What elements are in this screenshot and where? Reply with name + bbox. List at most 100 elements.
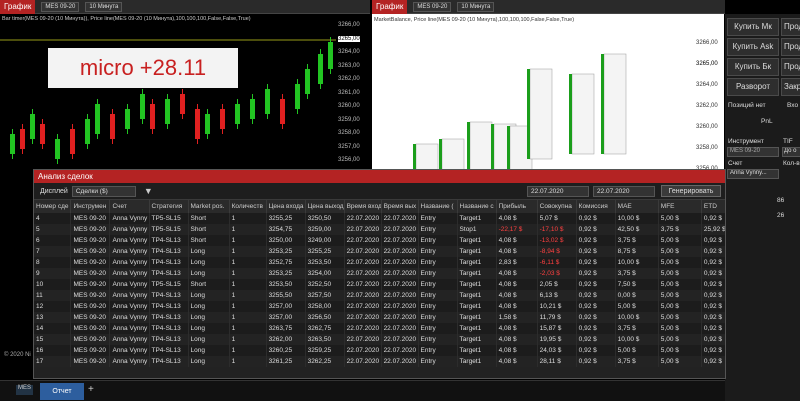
- column-header[interactable]: Время вход: [344, 200, 382, 213]
- table-cell: 5,00 $: [615, 301, 659, 312]
- column-header[interactable]: MFE: [658, 200, 702, 213]
- table-row[interactable]: 5 MES 09-20 Anna Vynny TP5-SL15 Short 1 3254,7…: [34, 224, 725, 235]
- table-cell: Anna Vynny: [109, 345, 150, 356]
- column-header[interactable]: Счет: [109, 200, 150, 213]
- table-cell: 16: [34, 345, 72, 356]
- left-chart-tab[interactable]: График: [0, 0, 36, 14]
- cluster-column: [469, 121, 493, 174]
- table-row[interactable]: 4 MES 09-20 Anna Vynny TP5-SL15 Short 1 3255,2…: [34, 213, 725, 224]
- column-header[interactable]: Цена входа: [266, 200, 306, 213]
- buy-ask-button[interactable]: Купить Ask: [727, 38, 779, 56]
- column-header[interactable]: Стратегия: [149, 200, 189, 213]
- table-cell: 3259,00: [305, 224, 345, 235]
- entry-label: Вхо: [787, 102, 799, 109]
- left-candle-chart[interactable]: Bar timer(MES 09-20 (10 Минута)), Price …: [0, 14, 336, 358]
- left-timeframe-select[interactable]: 10 Минута: [85, 1, 123, 12]
- display-select[interactable]: Сделки ($): [71, 185, 136, 197]
- table-cell: 5,00 $: [658, 301, 702, 312]
- table-cell: 22.07.2020: [344, 312, 382, 323]
- tab-report[interactable]: Отчет: [40, 383, 84, 400]
- table-row[interactable]: 17 MES 09-20 Anna Vynny TP4-SL13 Long 1 3261,2…: [34, 356, 725, 367]
- column-header[interactable]: Название с: [457, 200, 497, 213]
- account-select[interactable]: Anna Vynny...: [727, 169, 779, 179]
- tab-mes[interactable]: MES: [16, 385, 34, 395]
- table-row[interactable]: 8 MES 09-20 Anna Vynny TP4-SL13 Long 1 3252,75…: [34, 257, 725, 268]
- table-cell: Stop1: [457, 224, 497, 235]
- table-cell: 1,58 $: [496, 312, 538, 323]
- right-cluster-chart[interactable]: MarketBalance, Price line(MES 09-20 (10 …: [372, 14, 722, 174]
- sell-market-button[interactable]: Прода: [781, 18, 800, 36]
- right-timeframe-select[interactable]: 10 Минута: [457, 1, 495, 12]
- generate-button[interactable]: Генерировать: [661, 185, 721, 197]
- table-row[interactable]: 12 MES 09-20 Anna Vynny TP4-SL13 Long 1 3257,0…: [34, 301, 725, 312]
- table-cell: 22.07.2020: [381, 301, 419, 312]
- table-row[interactable]: 11 MES 09-20 Anna Vynny TP4-SL13 Long 1 3255,5…: [34, 290, 725, 301]
- column-header[interactable]: ETD: [701, 200, 725, 213]
- table-row[interactable]: 10 MES 09-20 Anna Vynny TP5-SL15 Short 1 3253,…: [34, 279, 725, 290]
- table-cell: TP4-SL13: [149, 246, 189, 257]
- column-header[interactable]: Market pos.: [188, 200, 230, 213]
- table-cell: Anna Vynny: [109, 334, 150, 345]
- column-header[interactable]: Время вых: [381, 200, 419, 213]
- table-cell: Long: [188, 312, 230, 323]
- table-row[interactable]: 15 MES 09-20 Anna Vynny TP4-SL13 Long 1 3262,0…: [34, 334, 725, 345]
- column-header[interactable]: MAE: [615, 200, 659, 213]
- table-cell: Anna Vynny: [109, 279, 150, 290]
- close-button[interactable]: Закр: [781, 78, 800, 96]
- table-cell: 14: [34, 323, 72, 334]
- table-row[interactable]: 16 MES 09-20 Anna Vynny TP4-SL13 Long 1 3260,2…: [34, 345, 725, 356]
- table-cell: 3,75 $: [615, 268, 659, 279]
- table-cell: 5,00 $: [658, 290, 702, 301]
- table-cell: 1: [229, 290, 267, 301]
- add-tab-button[interactable]: +: [88, 384, 94, 395]
- table-cell: 5,00 $: [658, 312, 702, 323]
- table-cell: 1: [229, 334, 267, 345]
- table-cell: 5,00 $: [658, 235, 702, 246]
- right-chart-tab[interactable]: График: [372, 0, 408, 14]
- sell-bid-button[interactable]: Прода: [781, 38, 800, 56]
- table-row[interactable]: 9 MES 09-20 Anna Vynny TP4-SL13 Long 1 3253,25…: [34, 268, 725, 279]
- trades-table-wrap[interactable]: Номер сде Инструмен Счет Стратегия Market po…: [34, 200, 725, 378]
- table-cell: Target1: [457, 323, 497, 334]
- table-cell: 0,92 $: [701, 279, 725, 290]
- table-cell: Entry: [418, 224, 458, 235]
- column-header[interactable]: Комиссия: [576, 200, 616, 213]
- table-cell: 5,00 $: [658, 213, 702, 224]
- column-header[interactable]: Совокупна: [537, 200, 577, 213]
- table-cell: Long: [188, 290, 230, 301]
- table-cell: 3261,25: [266, 356, 306, 367]
- buy-market-button[interactable]: Купить Мк: [727, 18, 779, 36]
- instrument-select[interactable]: MES 09-20: [727, 147, 779, 157]
- trades-table: Номер сде Инструмен Счет Стратегия Market po…: [34, 200, 725, 367]
- table-row[interactable]: 7 MES 09-20 Anna Vynny TP4-SL13 Long 1 3253,25…: [34, 246, 725, 257]
- table-cell: 2,83 $: [496, 257, 538, 268]
- table-row[interactable]: 14 MES 09-20 Anna Vynny TP4-SL13 Long 1 3263,7…: [34, 323, 725, 334]
- column-header[interactable]: Инструмен: [70, 200, 111, 213]
- table-cell: 22.07.2020: [381, 279, 419, 290]
- tif-select[interactable]: До о: [782, 147, 800, 157]
- price-axis-label: 3262,00: [338, 76, 360, 82]
- left-instrument-select[interactable]: MES 09-20: [41, 1, 80, 12]
- table-row[interactable]: 6 MES 09-20 Anna Vynny TP4-SL13 Short 1 3250,0…: [34, 235, 725, 246]
- table-cell: 24,03 $: [537, 345, 577, 356]
- table-cell: 3262,75: [305, 323, 345, 334]
- filter-icon[interactable]: ▼: [144, 186, 153, 196]
- date-to-field[interactable]: 22.07.2020: [593, 185, 655, 197]
- right-instrument-select[interactable]: MES 09-20: [413, 1, 452, 12]
- reverse-button[interactable]: Разворот: [727, 78, 779, 96]
- column-header[interactable]: Прибыль: [496, 200, 538, 213]
- table-cell: 4,08 $: [496, 235, 538, 246]
- sell-ask-button[interactable]: Прода: [781, 58, 800, 76]
- table-row[interactable]: 13 MES 09-20 Anna Vynny TP4-SL13 Long 1 3257,0…: [34, 312, 725, 323]
- date-from-field[interactable]: 22.07.2020: [527, 185, 589, 197]
- column-header[interactable]: Цена выход: [305, 200, 345, 213]
- column-header[interactable]: Название (: [418, 200, 458, 213]
- table-cell: 22.07.2020: [344, 301, 382, 312]
- table-cell: 3252,50: [305, 279, 345, 290]
- table-cell: -17,10 $: [537, 224, 577, 235]
- column-header[interactable]: Номер сде: [34, 200, 72, 213]
- column-header[interactable]: Количеств: [229, 200, 267, 213]
- table-cell: 22.07.2020: [381, 312, 419, 323]
- buy-bid-button[interactable]: Купить Бк: [727, 58, 779, 76]
- table-cell: 3256,50: [305, 312, 345, 323]
